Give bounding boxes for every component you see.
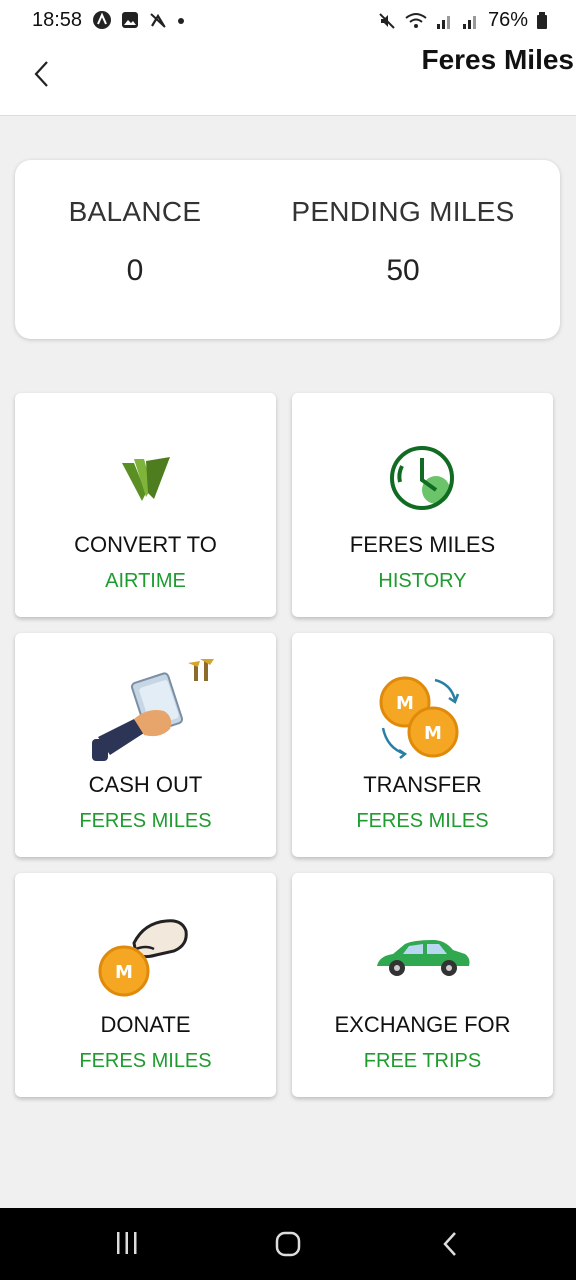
- home-button[interactable]: [274, 1230, 302, 1263]
- cash-hand-icon: [15, 655, 276, 765]
- recents-icon: [117, 1232, 137, 1254]
- tile-title: DONATE: [100, 1012, 191, 1037]
- back-nav-icon: [443, 1232, 456, 1256]
- pending-miles-label: PENDING MILES: [291, 196, 515, 227]
- back-nav-button[interactable]: [438, 1230, 464, 1263]
- status-right: 76%: [378, 9, 548, 32]
- signal-icon: [436, 15, 450, 29]
- pending-miles-value: 50: [386, 254, 420, 287]
- donate-tile[interactable]: M DONATE FERES MILES: [15, 873, 276, 1097]
- status-time: 18:58: [32, 9, 83, 31]
- tile-subtitle: AIRTIME: [105, 570, 186, 592]
- tile-title: FERES MILES: [349, 532, 496, 557]
- tile-title: EXCHANGE FOR: [334, 1012, 511, 1037]
- balance-card: BALANCE 0 PENDING MILES 50: [15, 160, 560, 339]
- signal-icon-2: [462, 15, 476, 29]
- battery-percent: 76%: [487, 9, 528, 31]
- system-nav-bar: [0, 1208, 576, 1280]
- app-notification-icon: [93, 11, 111, 29]
- notification-icons: [92, 10, 186, 30]
- svg-text:M: M: [396, 693, 414, 714]
- alarm-off-icon: [150, 13, 166, 28]
- tile-subtitle: FREE TRIPS: [363, 1050, 482, 1072]
- tile-subtitle: FERES MILES: [79, 810, 212, 832]
- airtime-leaf-icon: [15, 429, 276, 529]
- svg-text:M: M: [424, 723, 442, 744]
- transfer-tile[interactable]: M M TRANSFER FERES MILES: [292, 633, 553, 857]
- battery-icon: [537, 11, 547, 29]
- tile-subtitle: HISTORY: [378, 570, 467, 592]
- coin-transfer-icon: M M: [292, 663, 553, 767]
- chevron-left-icon: [34, 61, 48, 87]
- cash-out-tile[interactable]: CASH OUT FERES MILES: [15, 633, 276, 857]
- exchange-trips-tile[interactable]: EXCHANGE FOR FREE TRIPS: [292, 873, 553, 1097]
- tile-title: CASH OUT: [88, 772, 203, 797]
- tile-subtitle: FERES MILES: [79, 1050, 212, 1072]
- status-bar: 18:58 76%: [0, 0, 576, 40]
- car-icon: [292, 909, 553, 1009]
- pending-column: PENDING MILES 50: [283, 196, 523, 288]
- tile-title: TRANSFER: [363, 772, 482, 797]
- dot-icon: [178, 18, 184, 24]
- recents-button[interactable]: [114, 1230, 140, 1261]
- svg-text:M: M: [115, 962, 133, 983]
- balance-value: 0: [126, 254, 144, 287]
- convert-airtime-tile[interactable]: CONVERT TO AIRTIME: [15, 393, 276, 617]
- tile-title: CONVERT TO: [74, 532, 217, 557]
- donate-coin-icon: M: [15, 907, 276, 1003]
- mute-icon: [379, 12, 395, 29]
- tile-subtitle: FERES MILES: [356, 810, 489, 832]
- wifi-icon: [405, 12, 427, 28]
- app-bar: Feres Miles: [0, 40, 576, 116]
- balance-column: BALANCE 0: [15, 196, 255, 288]
- balance-label: BALANCE: [68, 196, 202, 227]
- clock-icon: [292, 429, 553, 529]
- home-icon: [275, 1231, 301, 1257]
- page-title: Feres Miles: [421, 44, 574, 75]
- image-notification-icon: [122, 12, 138, 28]
- back-button[interactable]: [26, 56, 60, 90]
- miles-history-tile[interactable]: FERES MILES HISTORY: [292, 393, 553, 617]
